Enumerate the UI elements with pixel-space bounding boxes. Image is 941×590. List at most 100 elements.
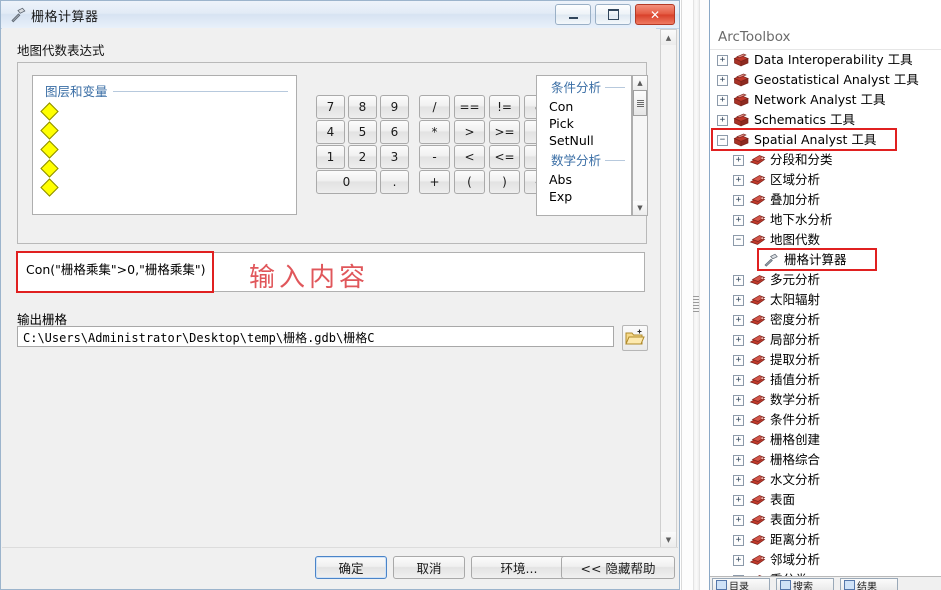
tree-item[interactable]: + 密度分析 — [711, 310, 941, 330]
scrollbar-thumb[interactable] — [633, 90, 647, 116]
layer-item[interactable] — [33, 159, 296, 178]
function-list[interactable]: 条件分析 Con Pick SetNull 数学分析 Abs Exp — [536, 75, 632, 216]
browse-button[interactable] — [622, 325, 648, 351]
expand-icon[interactable]: + — [733, 554, 744, 566]
expand-icon[interactable]: + — [733, 174, 744, 186]
scroll-up-icon[interactable]: ▲ — [633, 76, 647, 90]
expand-icon[interactable]: + — [733, 474, 744, 486]
tree-item[interactable]: + 数学分析 — [711, 390, 941, 410]
tree-item[interactable]: + 局部分析 — [711, 330, 941, 350]
expand-icon[interactable]: + — [733, 154, 744, 166]
expand-icon[interactable]: + — [733, 274, 744, 286]
layer-item[interactable] — [33, 140, 296, 159]
expand-icon[interactable]: + — [733, 494, 744, 506]
layer-item[interactable] — [33, 121, 296, 140]
tree-item[interactable]: + 提取分析 — [711, 350, 941, 370]
layer-item[interactable] — [33, 178, 296, 197]
function-item[interactable]: Con — [537, 98, 631, 115]
keypad-button[interactable]: . — [380, 170, 409, 194]
expand-icon[interactable]: + — [733, 354, 744, 366]
keypad-button[interactable]: 0 — [316, 170, 377, 194]
tree-item[interactable]: + 太阳辐射 — [711, 290, 941, 310]
splitter-bar[interactable] — [693, 0, 700, 590]
expand-icon[interactable]: + — [733, 394, 744, 406]
tree-item[interactable]: + Schematics 工具 — [711, 110, 941, 130]
tree-item[interactable]: + 地下水分析 — [711, 210, 941, 230]
dialog-scroll-up-icon[interactable]: ▲ — [661, 30, 676, 45]
footer-button-3[interactable]: << 隐藏帮助 — [561, 556, 675, 579]
tree-item[interactable]: + 水文分析 — [711, 470, 941, 490]
scroll-down-icon[interactable]: ▼ — [633, 201, 647, 215]
expand-icon[interactable]: + — [733, 194, 744, 206]
keypad-button[interactable]: 1 — [316, 145, 345, 169]
function-list-scrollbar[interactable]: ▲ ▼ — [632, 75, 648, 216]
tree-item[interactable]: + 插值分析 — [711, 370, 941, 390]
keypad-button[interactable]: 9 — [380, 95, 409, 119]
keypad-button[interactable]: 8 — [348, 95, 377, 119]
expand-icon[interactable]: + — [717, 74, 728, 86]
expand-icon[interactable]: + — [733, 434, 744, 446]
function-item[interactable]: SetNull — [537, 132, 631, 149]
panel-tab-2[interactable]: 结果 — [840, 578, 898, 590]
keypad-button[interactable]: >= — [489, 120, 520, 144]
keypad-button[interactable]: != — [489, 95, 520, 119]
expand-icon[interactable]: + — [733, 334, 744, 346]
tree-item[interactable]: + Geostatistical Analyst 工具 — [711, 70, 941, 90]
tree-item[interactable]: 栅格计算器 — [711, 250, 941, 270]
keypad-button[interactable]: == — [454, 95, 485, 119]
collapse-icon[interactable]: − — [733, 234, 744, 246]
expand-icon[interactable]: + — [717, 114, 728, 126]
keypad-button[interactable]: 5 — [348, 120, 377, 144]
tree-item[interactable]: − 地图代数 — [711, 230, 941, 250]
close-button[interactable]: ✕ — [635, 4, 675, 25]
keypad-button[interactable]: 6 — [380, 120, 409, 144]
keypad-button[interactable]: - — [419, 145, 450, 169]
tree-item[interactable]: + 栅格创建 — [711, 430, 941, 450]
output-raster-input[interactable]: C:\Users\Administrator\Desktop\temp\栅格.g… — [17, 326, 614, 347]
tree-item[interactable]: + 表面 — [711, 490, 941, 510]
dialog-titlebar[interactable]: 栅格计算器 ✕ — [1, 1, 679, 29]
tree-item[interactable]: + 叠加分析 — [711, 190, 941, 210]
layer-item[interactable] — [33, 102, 296, 121]
tree-item[interactable]: + 区域分析 — [711, 170, 941, 190]
expand-icon[interactable]: + — [733, 374, 744, 386]
keypad-button[interactable]: < — [454, 145, 485, 169]
tree-item[interactable]: + 条件分析 — [711, 410, 941, 430]
maximize-button[interactable] — [595, 4, 631, 25]
collapse-icon[interactable]: − — [717, 134, 728, 146]
keypad-button[interactable]: + — [419, 170, 450, 194]
expand-icon[interactable]: + — [733, 214, 744, 226]
layers-and-variables-list[interactable]: 图层和变量 — [32, 75, 297, 215]
tree-item[interactable]: + Data Interoperability 工具 — [711, 50, 941, 70]
keypad-button[interactable]: 3 — [380, 145, 409, 169]
panel-splitter[interactable] — [681, 0, 710, 590]
keypad-button[interactable]: ( — [454, 170, 485, 194]
tree-item[interactable]: + 邻域分析 — [711, 550, 941, 570]
tree-item[interactable]: − Spatial Analyst 工具 — [711, 130, 941, 150]
keypad-button[interactable]: 2 — [348, 145, 377, 169]
expand-icon[interactable]: + — [733, 414, 744, 426]
dialog-scrollbar[interactable]: ▲ ▼ — [660, 29, 677, 548]
panel-tab-1[interactable]: 搜索 — [776, 578, 834, 590]
tree-item[interactable]: + 距离分析 — [711, 530, 941, 550]
footer-button-2[interactable]: 环境... — [471, 556, 567, 579]
footer-button-0[interactable]: 确定 — [315, 556, 387, 579]
function-item[interactable]: Abs — [537, 171, 631, 188]
keypad-button[interactable]: > — [454, 120, 485, 144]
keypad-button[interactable]: ) — [489, 170, 520, 194]
expand-icon[interactable]: + — [733, 294, 744, 306]
expand-icon[interactable]: + — [733, 454, 744, 466]
tree-item[interactable]: + Network Analyst 工具 — [711, 90, 941, 110]
footer-button-1[interactable]: 取消 — [393, 556, 465, 579]
expand-icon[interactable]: + — [717, 94, 728, 106]
expand-icon[interactable]: + — [733, 314, 744, 326]
dialog-scroll-down-icon[interactable]: ▼ — [661, 532, 676, 547]
keypad-button[interactable]: * — [419, 120, 450, 144]
keypad-button[interactable]: <= — [489, 145, 520, 169]
keypad-button[interactable]: 7 — [316, 95, 345, 119]
keypad-button[interactable]: 4 — [316, 120, 345, 144]
function-item[interactable]: Pick — [537, 115, 631, 132]
tree-item[interactable]: + 分段和分类 — [711, 150, 941, 170]
expand-icon[interactable]: + — [733, 534, 744, 546]
expand-icon[interactable]: + — [717, 54, 728, 66]
